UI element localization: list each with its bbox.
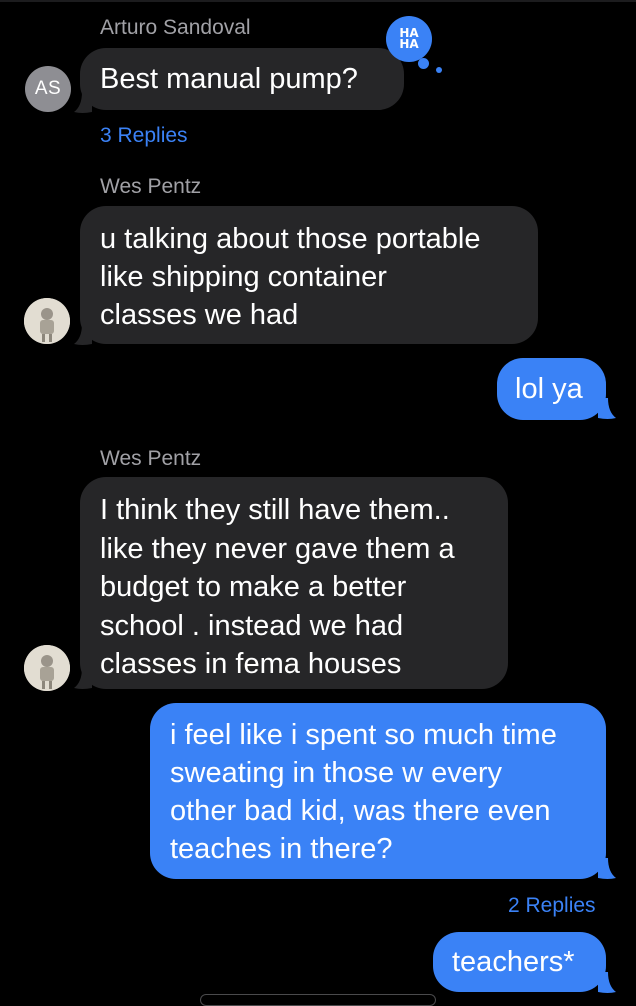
message-bubble[interactable]: teachers* (433, 932, 606, 992)
bubble-tail (598, 858, 616, 879)
sender-name: Arturo Sandoval (100, 16, 251, 39)
bubble-tail (74, 668, 92, 689)
message-bubble[interactable]: lol ya (497, 358, 606, 420)
top-divider (0, 0, 636, 2)
avatar[interactable] (24, 298, 70, 344)
avatar-photo-icon (24, 298, 70, 344)
bubble-tail (598, 972, 616, 993)
message-bubble[interactable]: u talking about those portable like ship… (80, 206, 538, 344)
message-bubble[interactable]: i feel like i spent so much time sweatin… (150, 703, 606, 879)
avatar[interactable] (24, 645, 70, 691)
message-bubble[interactable]: I think they still have them.. like they… (80, 477, 508, 689)
avatar[interactable]: AS (25, 66, 71, 112)
message-bubble[interactable]: Best manual pump? (80, 48, 404, 110)
bubble-tail (598, 398, 616, 419)
sender-name: Wes Pentz (100, 447, 202, 470)
sender-name: Wes Pentz (100, 175, 202, 198)
avatar-photo-icon (24, 645, 70, 691)
bubble-tail (74, 324, 92, 345)
replies-link[interactable]: 3 Replies (100, 124, 188, 148)
reaction-tail-dot (436, 67, 442, 73)
bubble-tail (74, 92, 92, 113)
haha-reaction-icon[interactable]: HA HA (386, 16, 432, 62)
reaction-text: HA (399, 37, 419, 51)
input-bar-edge[interactable] (200, 994, 436, 1006)
replies-link[interactable]: 2 Replies (508, 894, 596, 918)
reaction-tail-dot (418, 58, 429, 69)
